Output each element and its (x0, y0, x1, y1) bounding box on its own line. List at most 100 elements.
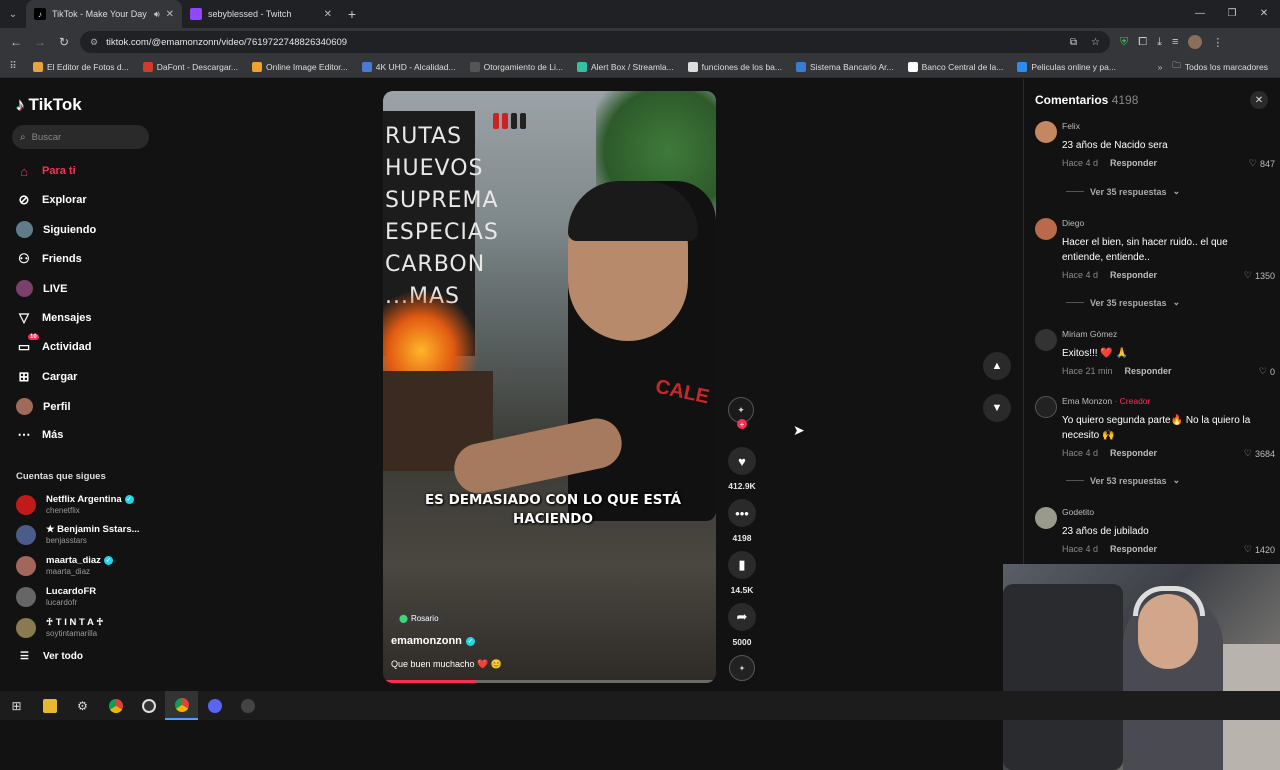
followed-account[interactable]: LucardoFR lucardofr (16, 586, 96, 607)
browser-tab-tiktok[interactable]: ♪ TikTok - Make Your Day 🔊︎ ✕ (26, 0, 182, 28)
bookmark-item[interactable]: Banco Central de la... (901, 61, 1011, 72)
close-window-icon[interactable]: ✕ (1248, 0, 1280, 28)
search-box[interactable]: ⌕ (12, 125, 149, 149)
more-bookmarks-icon[interactable]: » (1148, 62, 1173, 72)
comment-like[interactable]: ♡ 1350 (1244, 270, 1275, 281)
video-author[interactable]: emamonzonn ✓ (391, 635, 475, 647)
reply-button[interactable]: Responder (1110, 544, 1157, 554)
site-info-icon[interactable]: ⚙ (90, 37, 98, 48)
followed-account[interactable]: ♰ T I N T A ♰ soytintamarilla (16, 617, 103, 638)
close-tab-icon[interactable]: ✕ (324, 9, 332, 20)
comment-action[interactable]: ••• 4198 (726, 499, 758, 543)
tiktok-logo[interactable]: ♪ TikTok (16, 95, 82, 115)
video-player[interactable]: RUTASHUEVOSSUPREMAESPECIASCARBON...MAS C… (383, 91, 716, 683)
next-video-button[interactable]: ▼ (983, 394, 1011, 422)
comment-user[interactable]: Diego (1062, 218, 1084, 228)
all-bookmarks-folder[interactable]: 🗀 Todos los marcadores (1172, 60, 1280, 74)
comment-user[interactable]: Felix (1062, 121, 1080, 131)
close-tab-icon[interactable]: ✕ (166, 9, 174, 20)
download-icon[interactable]: ⤓ (1157, 36, 1162, 49)
comment-user[interactable]: Miriam Gómez (1062, 329, 1117, 339)
back-icon[interactable]: ← (4, 35, 28, 49)
nav-perfil[interactable]: Perfil (16, 398, 71, 415)
comment-user[interactable]: Ema Monzon · Creador (1062, 396, 1150, 406)
view-replies-button[interactable]: Ver 35 respuestas ⌄ (1066, 186, 1180, 197)
profile-avatar[interactable] (1188, 35, 1203, 49)
search-input[interactable] (31, 131, 132, 143)
url-bar[interactable]: ⚙ tiktok.com/@emamonzonn/video/761972274… (80, 31, 1110, 53)
nav-mensajes[interactable]: ▽ Mensajes (16, 310, 92, 326)
avatar[interactable] (1035, 507, 1057, 529)
reply-button[interactable]: Responder (1110, 270, 1157, 280)
comment-like[interactable]: ♡ 847 (1249, 158, 1275, 169)
music-disc-icon[interactable]: ✦ (729, 655, 755, 681)
speaker-icon[interactable]: 🔊︎ (154, 9, 160, 20)
chrome-active-icon[interactable] (165, 691, 198, 720)
nav-friends[interactable]: ⚇ Friends (16, 251, 82, 267)
bookmark-item[interactable]: Online Image Editor... (245, 61, 355, 72)
save-action[interactable]: ▮ 14.5K (726, 551, 758, 595)
previous-video-button[interactable]: ▲ (983, 352, 1011, 380)
bookmark-item[interactable]: Alert Box / Streamla... (570, 61, 681, 72)
forward-icon[interactable]: → (28, 35, 52, 49)
reply-button[interactable]: Responder (1110, 158, 1157, 168)
bookmark-icon[interactable]: ▮ (728, 551, 756, 579)
followed-account[interactable]: ★ Benjamin Sstars... benjasstars (16, 524, 140, 545)
install-app-icon[interactable]: ⧉ (1070, 37, 1077, 48)
nav-cargar[interactable]: ⊞ Cargar (16, 369, 78, 385)
comment-user[interactable]: Godetito (1062, 507, 1094, 517)
nav-live[interactable]: LIVE (16, 280, 67, 297)
nav-explorar[interactable]: ⊘ Explorar (16, 192, 87, 208)
obs-icon[interactable] (132, 691, 165, 720)
comment-like[interactable]: ♡ 3684 (1244, 448, 1275, 459)
nav-para-ti[interactable]: ⌂ Para ti (16, 163, 76, 179)
tab-search-icon[interactable]: ⌄ (0, 0, 26, 28)
nav-mas[interactable]: ⋯ Más (16, 427, 64, 443)
comment-like[interactable]: ♡ 1420 (1244, 544, 1275, 555)
shield-extension-icon[interactable]: ⛨ (1120, 36, 1128, 49)
heart-icon[interactable]: ♥ (728, 447, 756, 475)
apps-grid-icon[interactable]: ⠿ (0, 61, 26, 72)
followed-account[interactable]: maarta_diaz ✓ maarta_diaz (16, 555, 113, 576)
bookmark-item[interactable]: Otorgamiento de Li... (463, 61, 570, 72)
browser-tab-twitch[interactable]: sebyblessed - Twitch ✕ (182, 0, 340, 28)
reply-button[interactable]: Responder (1125, 366, 1172, 376)
share-action[interactable]: ➦ 5000 (726, 603, 758, 647)
app-icon[interactable] (231, 691, 264, 720)
bookmark-item[interactable]: DaFont - Descargar... (136, 61, 245, 72)
bookmark-star-icon[interactable]: ☆ (1091, 37, 1100, 48)
extensions-icon[interactable]: ⧠ (1138, 36, 1147, 49)
chrome-icon[interactable] (99, 691, 132, 720)
comment-like[interactable]: ♡ 0 (1259, 366, 1275, 377)
location-tag[interactable]: ⬤ Rosario (394, 612, 444, 625)
new-tab-icon[interactable]: + (340, 6, 364, 22)
bookmark-item[interactable]: funciones de los ba... (681, 61, 789, 72)
nav-actividad[interactable]: ▭ 10 Actividad (16, 334, 92, 355)
maximize-icon[interactable]: ❐ (1216, 0, 1248, 28)
avatar[interactable] (1035, 218, 1057, 240)
avatar[interactable] (1035, 121, 1057, 143)
see-all-link[interactable]: ☰ Ver todo (20, 651, 83, 662)
minimize-icon[interactable]: — (1184, 0, 1216, 28)
like-action[interactable]: ♥ 412.9K (726, 447, 758, 491)
comment-icon[interactable]: ••• (728, 499, 756, 527)
bookmark-item[interactable]: Sistema Bancario Ar... (789, 61, 901, 72)
reload-icon[interactable]: ↻ (52, 35, 76, 49)
bookmark-item[interactable]: 4K UHD - Alcalidad... (355, 61, 463, 72)
video-progress-bar[interactable] (383, 680, 716, 683)
start-menu-icon[interactable]: ⊞ (0, 691, 33, 720)
follow-plus-icon[interactable]: + (737, 419, 747, 429)
view-replies-button[interactable]: Ver 35 respuestas ⌄ (1066, 297, 1180, 308)
reply-button[interactable]: Responder (1110, 448, 1157, 458)
avatar[interactable] (1035, 329, 1057, 351)
bookmark-item[interactable]: El Editor de Fotos d... (26, 61, 136, 72)
browser-menu-icon[interactable]: ⋮ (1212, 36, 1223, 49)
close-comments-button[interactable]: ✕ (1250, 91, 1268, 109)
discord-icon[interactable] (198, 691, 231, 720)
view-replies-button[interactable]: Ver 53 respuestas ⌄ (1066, 475, 1180, 486)
nav-siguiendo[interactable]: Siguiendo (16, 221, 96, 238)
bookmark-item[interactable]: Peliculas online y pa... (1010, 61, 1123, 72)
media-control-icon[interactable]: ≡ (1172, 36, 1178, 48)
avatar[interactable] (1035, 396, 1057, 418)
followed-account[interactable]: Netflix Argentina ✓ chenetflix (16, 494, 134, 515)
